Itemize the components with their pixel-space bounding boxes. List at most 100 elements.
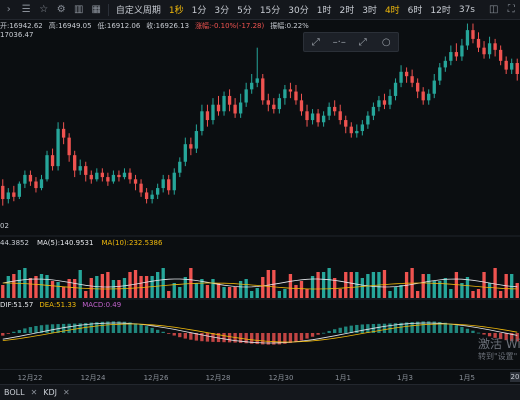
indicator-tab-boll[interactable]: BOLL ✕ xyxy=(4,388,37,397)
volume-bar xyxy=(39,274,44,298)
macd-histogram-bar xyxy=(17,329,22,333)
volume-bar xyxy=(250,291,254,298)
candle-body xyxy=(310,113,315,121)
candle-body xyxy=(482,47,486,55)
candle-body xyxy=(366,115,370,125)
volume-bar xyxy=(333,278,337,298)
trend-line-icon[interactable]: ⤢ xyxy=(306,34,326,50)
candle-body xyxy=(34,181,38,189)
candle-body xyxy=(410,76,414,83)
candle-body xyxy=(84,166,88,175)
x-tick-label: 12月24 xyxy=(80,374,106,382)
macd-histogram-bar xyxy=(139,324,143,333)
macd-histogram-bar xyxy=(471,330,475,333)
candle-body xyxy=(133,179,138,184)
x-tick-label: 1月1 xyxy=(335,374,351,382)
macd-histogram-bar xyxy=(150,327,154,333)
volume-bar xyxy=(50,281,55,298)
volume-bar xyxy=(100,274,104,298)
volume-bar xyxy=(84,291,88,298)
macd-histogram-bar xyxy=(382,323,387,333)
volume-bar xyxy=(349,272,353,298)
macd-histogram-bar xyxy=(344,326,348,333)
macd-histogram-bar xyxy=(299,333,304,341)
volume-bar xyxy=(156,272,160,298)
candle-body xyxy=(17,183,22,197)
x-tick-label: 1月3 xyxy=(397,374,413,382)
axis-end-label: 20 xyxy=(510,372,520,382)
macd-histogram-bar xyxy=(73,323,77,333)
candle-body xyxy=(194,131,199,149)
volume-bar xyxy=(388,291,392,298)
volume-bar xyxy=(17,270,22,298)
macd-histogram-bar xyxy=(327,330,331,333)
candle-body xyxy=(200,111,204,132)
volume-bar xyxy=(6,276,10,298)
volume-bar xyxy=(515,283,519,298)
close-icon[interactable]: ✕ xyxy=(63,388,70,397)
candle-body xyxy=(421,91,425,101)
candle-body xyxy=(476,38,481,48)
ray-line-icon[interactable]: ⤢ xyxy=(353,34,373,50)
candle-body xyxy=(438,67,442,81)
candle-body xyxy=(156,188,160,195)
candlestick-chart[interactable] xyxy=(0,0,520,400)
macd-histogram-bar xyxy=(310,333,315,337)
macd-histogram-bar xyxy=(294,333,298,342)
volume-bar xyxy=(443,278,447,298)
volume-bar xyxy=(194,283,199,298)
candle-body xyxy=(28,174,33,182)
volume-bar xyxy=(355,272,359,298)
volume-bar xyxy=(498,291,503,298)
volume-bar xyxy=(493,268,497,298)
candle-body xyxy=(388,95,392,105)
indicator-tab-label: KDJ xyxy=(43,388,58,397)
candle-body xyxy=(416,82,420,92)
candle-body xyxy=(344,120,348,127)
candle-body xyxy=(172,172,176,191)
candle-body xyxy=(1,185,5,200)
indicator-tab-kdj[interactable]: KDJ ✕ xyxy=(43,388,69,397)
volume-bar xyxy=(139,276,143,298)
candle-body xyxy=(117,174,121,178)
candle-body xyxy=(465,30,470,46)
candle-body xyxy=(89,174,93,180)
candle-body xyxy=(454,52,459,57)
candle-body xyxy=(427,93,431,101)
macd-histogram-bar xyxy=(454,325,459,333)
volume-bar xyxy=(244,279,248,298)
drawing-toolbar: ⤢ –·– ⤢ ○ xyxy=(303,32,399,52)
volume-bar xyxy=(122,278,127,298)
volume-bar xyxy=(12,274,16,298)
volume-bar xyxy=(299,281,304,298)
volume-bar xyxy=(233,287,237,298)
macd-legend: DIF:51.57 DEA:51.33 MACD:0.49 xyxy=(0,301,121,309)
candle-body xyxy=(277,98,282,110)
candle-body xyxy=(305,111,309,121)
macd-histogram-bar xyxy=(460,326,464,333)
macd-histogram-bar xyxy=(316,333,320,335)
candle-body xyxy=(111,174,116,182)
candle-body xyxy=(294,91,298,101)
candle-body xyxy=(6,192,10,200)
close-icon[interactable]: ✕ xyxy=(31,388,38,397)
macd-histogram-bar xyxy=(476,332,481,334)
dif-value: DIF:51.57 xyxy=(0,301,34,309)
candle-body xyxy=(211,104,215,121)
macd-histogram-bar xyxy=(156,329,160,333)
candle-body xyxy=(233,104,237,114)
volume-bar xyxy=(344,272,348,298)
indicator-tabs: BOLL ✕ KDJ ✕ xyxy=(0,384,520,400)
ma5-value: MA(5):140.9531 xyxy=(36,239,94,247)
volume-bar xyxy=(476,289,481,298)
horizontal-line-icon[interactable]: –·– xyxy=(329,34,349,50)
candle-body xyxy=(266,100,270,105)
macd-histogram-bar xyxy=(45,324,49,333)
macd-histogram-bar xyxy=(366,324,370,333)
macd-histogram-bar xyxy=(28,327,33,333)
macd-histogram-bar xyxy=(321,332,326,334)
x-tick-label: 12月22 xyxy=(17,374,43,382)
macd-histogram-bar xyxy=(61,323,66,333)
circle-icon[interactable]: ○ xyxy=(376,34,396,50)
macd-histogram-bar xyxy=(222,333,226,343)
